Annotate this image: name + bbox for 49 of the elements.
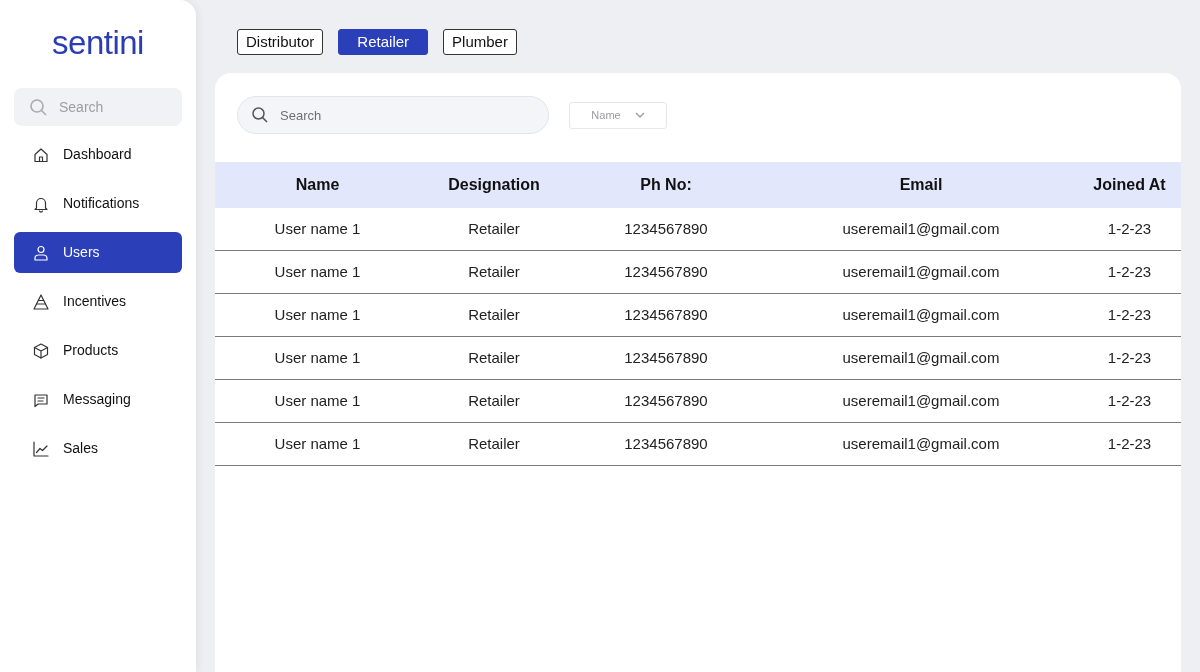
table-cell-text: User name 1: [273, 433, 362, 454]
table-cell-text: useremail1@gmail.com: [841, 261, 1001, 282]
user-icon: [32, 243, 50, 262]
table-cell-text: Retailer: [467, 261, 521, 282]
table-cell-text: User name 1: [273, 347, 362, 368]
table-cell-text: 1234567890: [623, 304, 709, 325]
table-cell-text: useremail1@gmail.com: [841, 347, 1001, 368]
table-cell-text: useremail1@gmail.com: [841, 433, 1001, 454]
table-cell-text: User name 1: [273, 390, 362, 411]
table-cell-text: Retailer: [467, 218, 521, 239]
pyramid-icon: [32, 292, 50, 311]
search-field[interactable]: Search: [14, 88, 182, 126]
table-cell-text: 1-2-23: [1106, 218, 1153, 239]
filter-tab[interactable]: Distributor: [237, 29, 324, 55]
table-cell-text: User name 1: [273, 218, 362, 239]
filter-tab[interactable]: Retailer: [338, 29, 429, 55]
table-cell-text: 1234567890: [623, 433, 709, 454]
table-cell-text: useremail1@gmail.com: [841, 218, 1001, 239]
table-cell-text: 1234567890: [623, 347, 709, 368]
table-cell-text: useremail1@gmail.com: [841, 304, 1001, 325]
table-cell-text: User name 1: [273, 261, 362, 282]
table-cell-text: 1234567890: [623, 218, 709, 239]
column-header: Designation: [447, 175, 541, 195]
column-header: Ph No:: [639, 175, 693, 195]
column-header: Email: [898, 175, 944, 195]
line-chart-icon: [32, 439, 50, 458]
table-cell-text: 1234567890: [623, 390, 709, 411]
table-cell-text: 1-2-23: [1106, 390, 1153, 411]
search-field[interactable]: Search: [237, 96, 549, 134]
cube-icon: [32, 341, 50, 360]
table-cell-text: Retailer: [467, 304, 521, 325]
logo: sentini: [52, 25, 144, 60]
column-header: Name: [294, 175, 341, 195]
table-cell-text: User name 1: [273, 304, 362, 325]
table-cell-text: 1-2-23: [1106, 261, 1153, 282]
search-icon: [252, 107, 268, 123]
nav-item[interactable]: Users: [14, 232, 182, 273]
filter-tab[interactable]: Plumber: [443, 29, 517, 55]
search-icon: [30, 99, 47, 116]
table-cell-text: Retailer: [467, 390, 521, 411]
column-header: Joined At: [1092, 175, 1167, 195]
table-cell-text: 1234567890: [623, 261, 709, 282]
table-cell-text: Retailer: [467, 433, 521, 454]
table-cell-text: 1-2-23: [1106, 304, 1153, 325]
table-cell-text: 1-2-23: [1106, 347, 1153, 368]
table-cell-text: Retailer: [467, 347, 521, 368]
table-cell-text: useremail1@gmail.com: [841, 390, 1001, 411]
chevron-down-icon: [634, 112, 645, 118]
table-cell-text: 1-2-23: [1106, 433, 1153, 454]
